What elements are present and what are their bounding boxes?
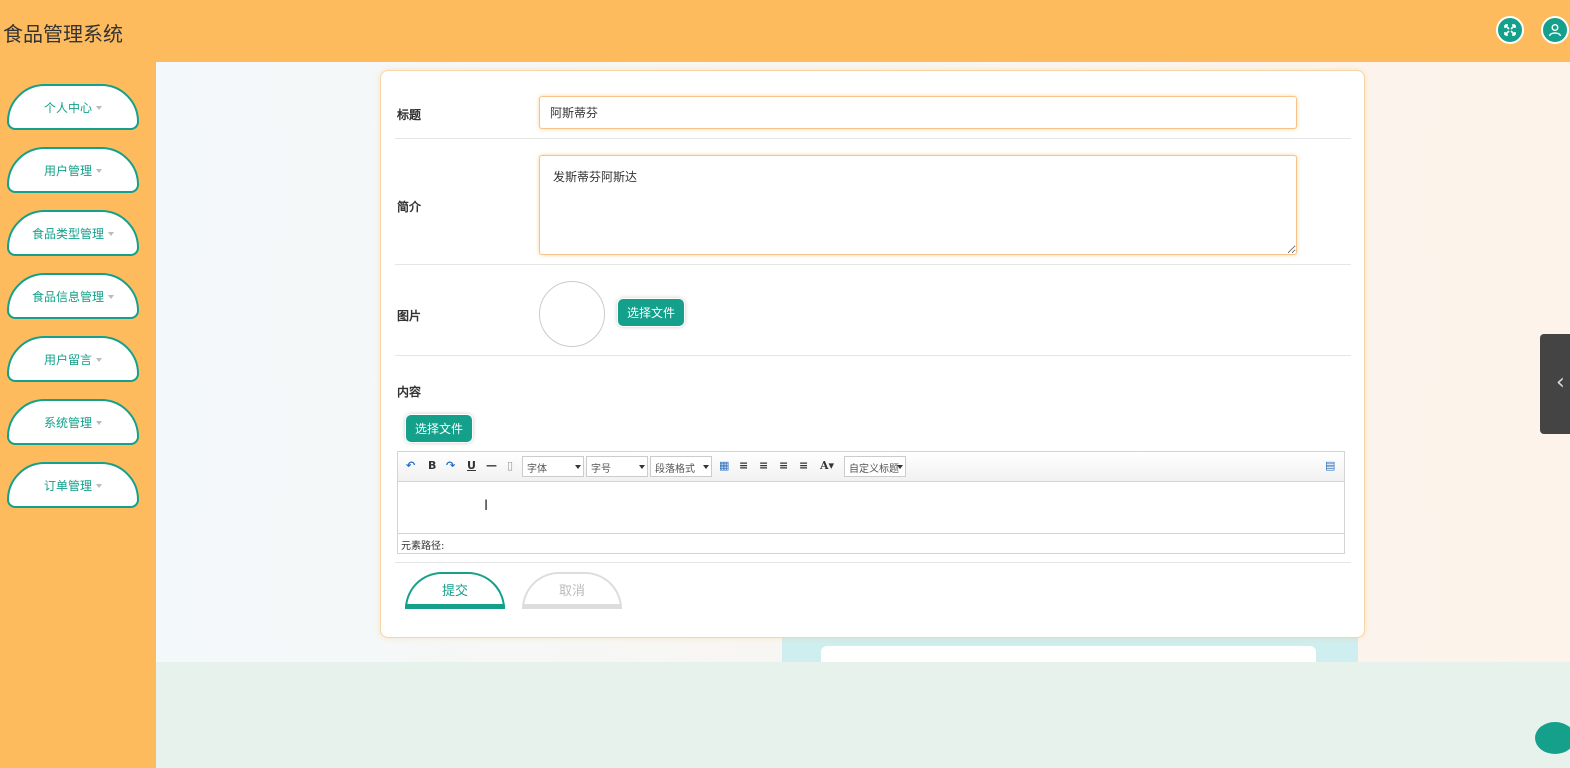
divider bbox=[395, 355, 1351, 356]
sidebar-item-personal-center[interactable]: 个人中心 bbox=[7, 84, 139, 130]
sidebar-item-food-type-management[interactable]: 食品类型管理 bbox=[7, 210, 139, 256]
caret-down-icon bbox=[96, 483, 102, 488]
bottom-area bbox=[156, 662, 1570, 768]
caret-down-icon bbox=[108, 231, 114, 236]
image-preview bbox=[539, 281, 605, 347]
sidebar-item-food-info-management[interactable]: 食品信息管理 bbox=[7, 273, 139, 319]
redo-icon[interactable]: ↷ bbox=[446, 459, 455, 472]
intro-label: 简介 bbox=[397, 200, 422, 214]
sidebar-item-label: 食品信息管理 bbox=[31, 289, 104, 304]
sidebar-item-user-management[interactable]: 用户管理 bbox=[7, 147, 139, 193]
chat-bubble-button[interactable] bbox=[1535, 722, 1570, 754]
chevron-left-icon: ‹ bbox=[1556, 370, 1565, 395]
caret-down-icon bbox=[96, 357, 102, 362]
choose-content-file-button[interactable]: 选择文件 bbox=[405, 414, 473, 443]
document-icon[interactable]: ▯ bbox=[507, 459, 513, 472]
rich-text-editor: ↶ B ↷ U — ▯ 字体 字号 段落格式 ▦ ≡ ≡ ≡ ≡ A▾ 自定义标… bbox=[397, 451, 1345, 554]
fullscreen-button[interactable] bbox=[1496, 16, 1524, 44]
editor-toolbar: ↶ B ↷ U — ▯ 字体 字号 段落格式 ▦ ≡ ≡ ≡ ≡ A▾ 自定义标… bbox=[398, 452, 1344, 482]
sidebar-item-label: 系统管理 bbox=[43, 415, 92, 430]
undo-icon[interactable]: ↶ bbox=[406, 459, 415, 472]
title-input[interactable] bbox=[539, 96, 1297, 129]
submit-button[interactable]: 提交 bbox=[405, 572, 505, 609]
divider bbox=[395, 264, 1351, 265]
divider bbox=[395, 562, 1351, 563]
background-decoration bbox=[821, 646, 1316, 662]
user-icon bbox=[1548, 24, 1562, 37]
edit-form-card: 标题 简介 发斯蒂芬阿斯达 图片 选择文件 内容 选择文件 ↶ B ↷ U — … bbox=[380, 70, 1365, 638]
app-title: 食品管理系统 bbox=[3, 22, 123, 46]
user-button[interactable] bbox=[1541, 16, 1569, 44]
preview-icon[interactable]: ▤ bbox=[1325, 459, 1335, 472]
horizontal-rule-icon[interactable]: — bbox=[486, 459, 497, 472]
font-size-select[interactable]: 字号 bbox=[586, 456, 648, 477]
sidebar-item-user-messages[interactable]: 用户留言 bbox=[7, 336, 139, 382]
font-family-select[interactable]: 字体 bbox=[522, 456, 584, 477]
caret-down-icon bbox=[96, 420, 102, 425]
sidebar-item-order-management[interactable]: 订单管理 bbox=[7, 462, 139, 508]
sidebar-item-label: 用户管理 bbox=[43, 163, 92, 178]
editor-content-area[interactable]: I bbox=[398, 482, 1344, 533]
divider bbox=[395, 138, 1351, 139]
custom-title-select[interactable]: 自定义标题 bbox=[844, 456, 906, 477]
underline-icon[interactable]: U bbox=[467, 459, 476, 472]
content-label: 内容 bbox=[397, 385, 422, 399]
caret-down-icon bbox=[108, 294, 114, 299]
choose-image-button[interactable]: 选择文件 bbox=[617, 298, 685, 327]
intro-textarea[interactable]: 发斯蒂芬阿斯达 bbox=[539, 155, 1297, 255]
align-left-icon[interactable]: ≡ bbox=[739, 459, 748, 472]
align-right-icon[interactable]: ≡ bbox=[759, 459, 768, 472]
cancel-button[interactable]: 取消 bbox=[522, 572, 622, 609]
sidebar-item-label: 用户留言 bbox=[43, 352, 92, 367]
text-cursor-icon: I bbox=[484, 498, 489, 514]
caret-down-icon bbox=[96, 168, 102, 173]
top-header: 食品管理系统 bbox=[0, 0, 1570, 62]
sidebar-item-label: 食品类型管理 bbox=[31, 226, 104, 241]
align-center-icon[interactable]: ≡ bbox=[779, 459, 788, 472]
title-label: 标题 bbox=[397, 108, 422, 122]
sidebar-item-label: 订单管理 bbox=[43, 478, 92, 493]
sidebar: 个人中心 用户管理 食品类型管理 食品信息管理 用户留言 系统管理 订单管理 bbox=[0, 62, 156, 768]
sidebar-item-label: 个人中心 bbox=[43, 100, 92, 115]
font-color-icon[interactable]: A▾ bbox=[820, 459, 834, 472]
bold-icon[interactable]: B bbox=[428, 459, 436, 472]
caret-down-icon bbox=[96, 105, 102, 110]
element-path-bar: 元素路径: bbox=[398, 533, 1344, 553]
image-label: 图片 bbox=[397, 309, 422, 323]
sidebar-item-system-management[interactable]: 系统管理 bbox=[7, 399, 139, 445]
side-drawer-tab[interactable]: ‹ bbox=[1540, 334, 1570, 434]
fullscreen-icon bbox=[1504, 24, 1516, 36]
table-icon[interactable]: ▦ bbox=[719, 459, 729, 472]
paragraph-format-select[interactable]: 段落格式 bbox=[650, 456, 712, 477]
justify-icon[interactable]: ≡ bbox=[799, 459, 808, 472]
